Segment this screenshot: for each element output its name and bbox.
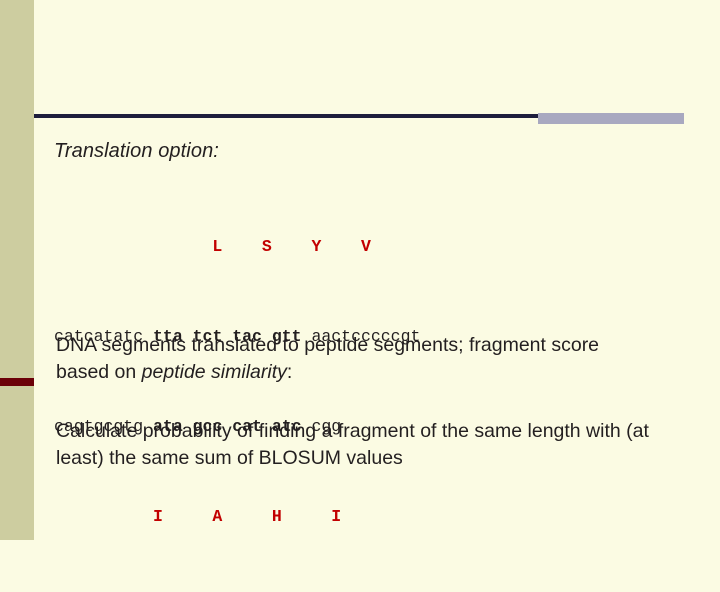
slide-heading: Translation option:: [54, 140, 219, 162]
bottom-peptide-row: I A H I: [54, 507, 342, 526]
paragraph-1-segment-2: peptide similarity: [141, 361, 287, 383]
paragraph-1: DNA segments translated to peptide segme…: [56, 332, 656, 386]
slide-content: Translation option: L S Y V catcatatc tt…: [0, 0, 720, 540]
paragraph-1-segment-1: DNA segments translated to peptide segme…: [56, 334, 600, 383]
paragraph-1-segment-3: :: [286, 361, 293, 383]
top-peptide-row: L S Y V: [54, 237, 371, 256]
paragraph-2: Calculate probability of finding a fragm…: [56, 418, 676, 472]
paragraph-2-segment-1: Calculate probability of finding a fragm…: [56, 420, 649, 469]
